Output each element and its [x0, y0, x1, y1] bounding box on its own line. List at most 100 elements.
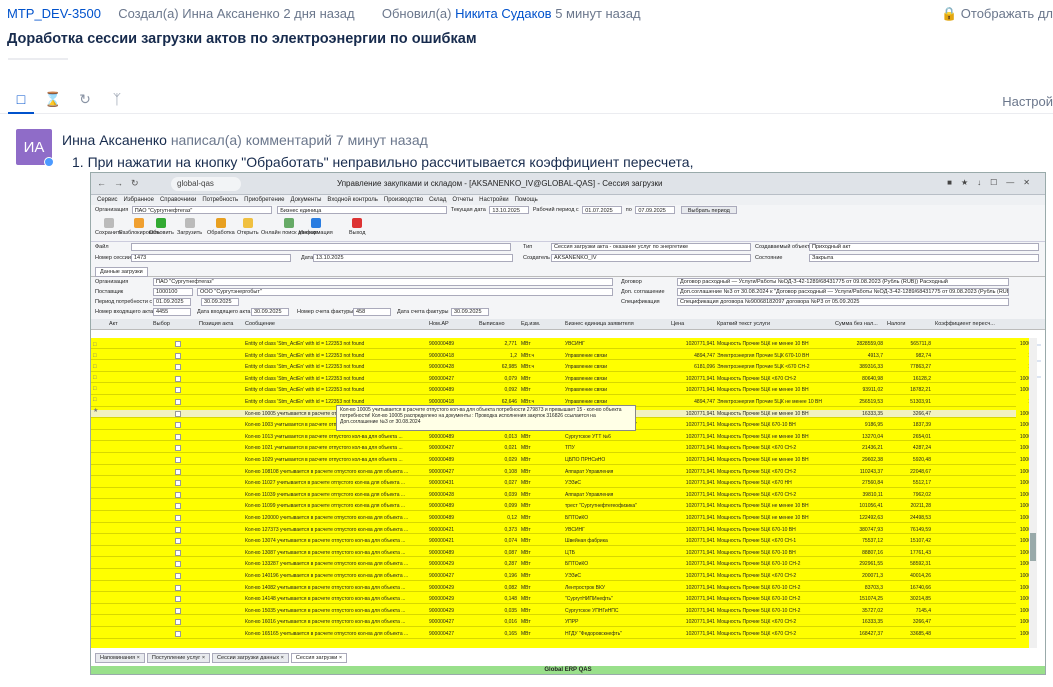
select-checkbox	[175, 607, 181, 614]
table-cell: 0,021	[504, 445, 517, 452]
vcs-tab[interactable]: ᛉ	[104, 90, 130, 108]
active-tab-indicator	[8, 112, 34, 114]
supplier-name-field: ООО "Сургутэнергобыт"	[197, 288, 613, 296]
select-checkbox	[175, 538, 181, 545]
table-row: Entity of class 'Stm_ActEn' with id = 12…	[91, 340, 1031, 349]
table-cell: 0,165	[504, 631, 517, 637]
table-cell: НГДУ "Федоровскнефть"	[565, 631, 623, 637]
table-row: Кол-во 11039 учитывается в расчете отпус…	[91, 491, 1031, 500]
table-cell: ТПУ	[565, 445, 575, 452]
session-no-field: 1473	[131, 254, 291, 262]
table-row: Кол-во 1021 учитывается в расчете отпуст…	[91, 444, 1031, 453]
table-cell: 51303,91	[910, 399, 931, 405]
table-cell: УПРР	[565, 619, 579, 626]
table-cell: 900000421	[429, 538, 455, 545]
table-cell: Кол-во 1021 учитывается в расчете отпуст…	[245, 445, 403, 452]
table-cell: 0,016	[504, 619, 517, 626]
table-cell: Кол-во 140196 учитывается в расчете отпу…	[245, 573, 409, 579]
table-cell: Мощность Прочие 5ЦК не менее 10 ВН	[717, 341, 809, 347]
activity-tabs: □ ⌛ ↻ ᛉ Настрой	[0, 58, 1053, 114]
settings-link[interactable]: Настрой	[1002, 94, 1053, 109]
toolbar-label: Информация	[299, 230, 333, 236]
grid-header-row: Акт Выбор Позиция акта Сообщение Ном.АР Выпис…	[91, 319, 1045, 330]
updater-link[interactable]: Никита Судаков	[455, 6, 552, 21]
list-number: 1.	[72, 154, 84, 170]
select-checkbox	[175, 410, 181, 417]
table-cell: 900000489	[429, 387, 455, 394]
table-cell: Кол-во 11039 учитывается в расчете отпус…	[245, 491, 406, 498]
table-cell: 1000	[1019, 549, 1031, 556]
worklog-tab[interactable]: ⌛	[40, 90, 66, 108]
toolbar-label: Обновить	[149, 230, 174, 236]
table-cell: 1000	[1019, 457, 1031, 463]
type-field: Сессия загрузки акта - оказание услуг по…	[551, 243, 751, 251]
table-cell: Мощность Прочие 5ЦК <670 СН-2	[717, 375, 797, 382]
embedded-screenshot[interactable]: ←→↻ global-qas Управление закупками и ск…	[90, 172, 1046, 675]
history-tab[interactable]: ↻	[72, 90, 98, 108]
state-label: Состояние	[755, 255, 783, 261]
table-cell: МВт	[521, 538, 531, 545]
table-cell: 1000	[1019, 596, 1031, 603]
comments-tab[interactable]: □	[8, 90, 34, 108]
table-cell: 1020771,941	[685, 607, 715, 614]
table-row: Кол-во 165165 учитывается в расчете отпу…	[91, 630, 1031, 639]
table-cell: МВт.ч	[521, 352, 535, 359]
supplier-code-field: 1000100	[153, 288, 193, 296]
period-to-field: 07.09.2025	[635, 205, 676, 214]
bottom-tab: Напоминания ×	[95, 653, 145, 663]
table-cell: 900000421	[429, 526, 455, 533]
column-header: Выписано	[479, 321, 505, 327]
select-checkbox	[175, 619, 181, 626]
issue-key[interactable]: MTP_DEV-3500	[7, 6, 101, 21]
table-row: Кол-во 127373 учитывается в расчете отпу…	[91, 526, 1031, 535]
table-cell: 29602,38	[862, 457, 883, 463]
table-cell: 1020771,941	[685, 561, 715, 568]
table-cell: Entity of class 'Stm_ActEn' with id = 12…	[245, 375, 365, 382]
bottom-tabs: Напоминания × Поступление услуг × Сессии з…	[95, 653, 349, 663]
toolbar-icon	[215, 218, 226, 228]
table-cell: 380747,93	[859, 526, 883, 533]
table-cell: Управление связи	[565, 364, 608, 371]
avatar-badge	[44, 157, 54, 167]
updated-prefix: Обновил(а)	[381, 6, 452, 21]
table-cell: 168427,37	[859, 631, 883, 637]
table-cell: 1000	[1019, 538, 1031, 545]
created-obj-label: Создаваемый объект	[755, 244, 810, 250]
table-cell: Кол-во 13087 учитывается в расчете отпус…	[245, 549, 406, 556]
hourglass-icon: ⌛	[44, 90, 62, 107]
table-row: Кол-во 15035 учитывается в расчете отпус…	[91, 607, 1031, 616]
table-cell: 1020771,941	[685, 445, 715, 452]
table-cell: Кол-во 14082 учитывается в расчете отпус…	[245, 584, 406, 591]
table-cell: УВСИНГ	[565, 526, 585, 533]
table-cell: 0,082	[504, 584, 517, 591]
table-cell: 900000427	[429, 445, 455, 452]
table-row: Кол-во 120000 учитывается в расчете отпу…	[91, 514, 1031, 523]
comment-header: Инна Аксаненко написал(а) комментарий 7 …	[62, 132, 428, 148]
table-cell: МВт	[521, 607, 531, 614]
comment-author[interactable]: Инна Аксаненко	[62, 132, 167, 148]
invoice-field: 458	[353, 308, 391, 316]
grid-body: Entity of class 'Stm_ActEn' with id = 12…	[91, 338, 1031, 648]
table-cell: 1000	[1019, 433, 1031, 440]
table-cell: УЭЗиС	[565, 480, 582, 487]
table-cell: Мощность Прочие 5ЦК не менее 10 ВН	[717, 457, 809, 463]
table-cell: МВт	[521, 561, 531, 568]
file-label: Файл	[95, 244, 109, 250]
select-checkbox	[175, 480, 181, 487]
table-cell: МВт	[521, 468, 531, 475]
table-cell: 2654,01	[912, 433, 931, 440]
created-obj-field: Приходный акт	[809, 243, 1039, 251]
column-header: Позиция акта	[199, 321, 234, 327]
table-cell: Кол-во 11099 учитывается в расчете отпус…	[245, 503, 406, 510]
visibility-control[interactable]: 🔒 Отображать дл	[941, 6, 1053, 22]
table-cell: 1000	[1019, 503, 1031, 510]
column-header: Сумма без нал...	[835, 321, 878, 327]
org2-field: ПАО "Сургутнефтегаз"	[153, 278, 613, 286]
contract-label: Договор	[621, 279, 642, 285]
table-cell: 4894,747	[694, 399, 715, 405]
table-cell: 982,74	[915, 352, 931, 359]
table-cell: Электроэнергия Прочие 5ЦК не менее 10 ВН	[717, 399, 822, 405]
creator-field: AKSANENKO_IV	[551, 254, 751, 262]
table-row: Кол-во 14148 учитывается в расчете отпус…	[91, 595, 1031, 604]
table-cell: 0,092	[504, 387, 517, 394]
